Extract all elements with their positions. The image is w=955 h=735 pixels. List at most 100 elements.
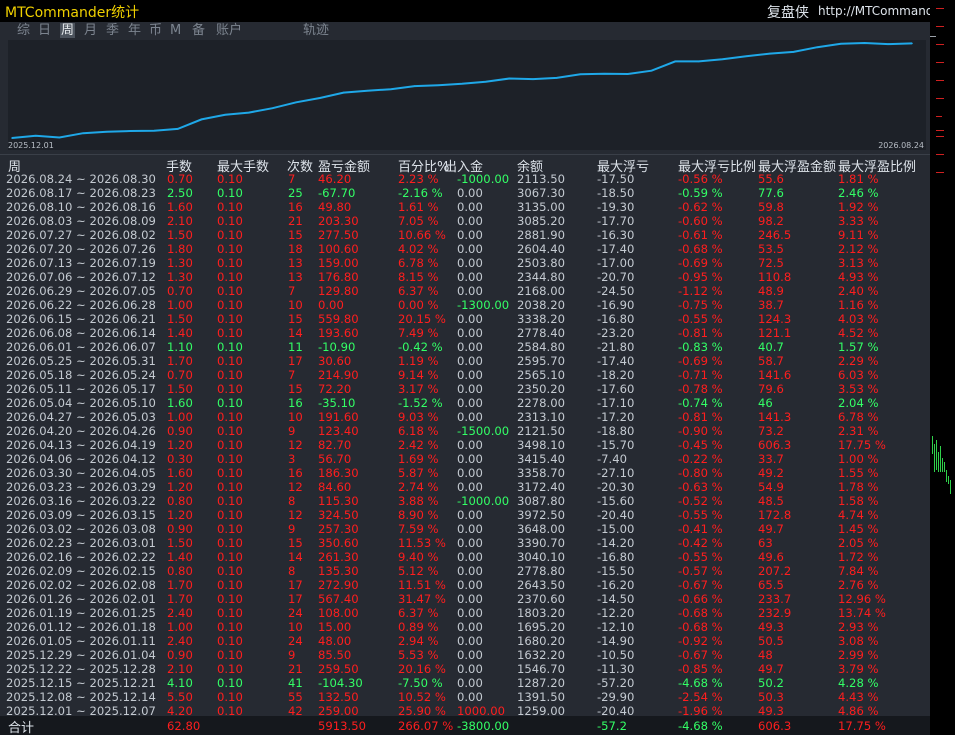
tab-9[interactable]: 账户	[216, 23, 242, 38]
table-row[interactable]: 2026.08.17 ~ 2026.08.23 2.50 0.10 25 -67.70 -…	[0, 186, 930, 200]
cell-max-float-loss: -23.20	[597, 326, 635, 340]
cell-pnl: 49.80	[318, 200, 352, 214]
table-row[interactable]: 2025.12.22 ~ 2025.12.28 2.10 0.10 21 259.50 2…	[0, 662, 930, 676]
table-row[interactable]: 2026.06.15 ~ 2026.06.21 1.50 0.10 15 559.80 2…	[0, 312, 930, 326]
table-row[interactable]: 2026.02.16 ~ 2026.02.22 1.40 0.10 14 261.30 9…	[0, 550, 930, 564]
brand-url-link[interactable]: http://MTCommander.com	[818, 4, 930, 18]
cell-max-float-loss: -16.90	[597, 298, 635, 312]
cell-max-float-loss-pct: -0.71 %	[678, 368, 723, 382]
cell-lots: 0.70	[167, 368, 193, 382]
tab-0[interactable]: 综	[17, 23, 30, 38]
table-row[interactable]: 2026.01.05 ~ 2026.01.11 2.40 0.10 24 48.00 2.…	[0, 634, 930, 648]
cell-balance: 3390.70	[517, 536, 565, 550]
cell-max-float-profit-pct: 2.99 %	[838, 648, 879, 662]
cell-deposit-withdraw: 0.00	[457, 200, 483, 214]
tab-2[interactable]: 周	[60, 23, 76, 38]
table-row[interactable]: 2026.01.12 ~ 2026.01.18 1.00 0.10 10 15.00 0.…	[0, 620, 930, 634]
gutter-marker	[936, 98, 944, 99]
tab-10[interactable]: 轨迹	[303, 23, 329, 38]
cell-percent: 20.15 %	[398, 312, 446, 326]
cell-lots: 2.40	[167, 634, 193, 648]
tab-7[interactable]: M	[170, 23, 181, 38]
tab-6[interactable]: 币	[149, 23, 162, 38]
cell-deposit-withdraw: 0.00	[457, 396, 483, 410]
table-row[interactable]: 2026.06.29 ~ 2026.07.05 0.70 0.10 7 129.80 6.…	[0, 284, 930, 298]
table-row[interactable]: 2026.07.20 ~ 2026.07.26 1.80 0.10 18 100.60 4…	[0, 242, 930, 256]
cell-deposit-withdraw: 0.00	[457, 550, 483, 564]
table-row[interactable]: 2025.12.15 ~ 2025.12.21 4.10 0.10 41 -104.30…	[0, 676, 930, 690]
cell-count: 14	[288, 550, 303, 564]
table-row[interactable]: 2026.05.04 ~ 2026.05.10 1.60 0.10 16 -35.10 -…	[0, 396, 930, 410]
table-row[interactable]: 2026.02.02 ~ 2026.02.08 1.70 0.10 17 272.90 1…	[0, 578, 930, 592]
cell-max-lots: 0.10	[217, 354, 243, 368]
tab-5[interactable]: 年	[128, 23, 141, 38]
cell-pnl: 350.60	[318, 536, 359, 550]
table-row[interactable]: 2026.01.19 ~ 2026.01.25 2.40 0.10 24 108.00 6…	[0, 606, 930, 620]
tab-1[interactable]: 日	[38, 23, 51, 38]
cell-count: 17	[288, 592, 303, 606]
table-row[interactable]: 2026.04.13 ~ 2026.04.19 1.20 0.10 12 82.70 2.…	[0, 438, 930, 452]
table-row[interactable]: 2026.06.22 ~ 2026.06.28 1.00 0.10 10 0.00 0.0…	[0, 298, 930, 312]
cell-max-float-profit-pct: 13.74 %	[838, 606, 886, 620]
total-pnl: 5913.50	[318, 719, 366, 733]
cell-deposit-withdraw: 0.00	[457, 228, 483, 242]
cell-pnl: 56.70	[318, 452, 352, 466]
table-row[interactable]: 2026.03.09 ~ 2026.03.15 1.20 0.10 12 324.50 8…	[0, 508, 930, 522]
table-row[interactable]: 2026.03.30 ~ 2026.04.05 1.60 0.10 16 186.30 5…	[0, 466, 930, 480]
cell-max-float-loss-pct: -0.56 %	[678, 172, 723, 186]
cell-max-float-loss-pct: -0.67 %	[678, 578, 723, 592]
balance-point	[271, 107, 274, 109]
table-row[interactable]: 2026.07.06 ~ 2026.07.12 1.30 0.10 13 176.80 8…	[0, 270, 930, 284]
cell-max-lots: 0.10	[217, 620, 243, 634]
cell-percent: 5.12 %	[398, 564, 439, 578]
table-row[interactable]: 2026.07.13 ~ 2026.07.19 1.30 0.10 13 159.00 6…	[0, 256, 930, 270]
cell-max-float-loss-pct: -0.45 %	[678, 438, 723, 452]
table-row[interactable]: 2026.05.11 ~ 2026.05.17 1.50 0.10 15 72.20 3.…	[0, 382, 930, 396]
table-row[interactable]: 2026.05.25 ~ 2026.05.31 1.70 0.10 17 30.60 1.…	[0, 354, 930, 368]
table-row[interactable]: 2026.01.26 ~ 2026.02.01 1.70 0.10 17 567.40 3…	[0, 592, 930, 606]
table-row[interactable]: 2026.04.27 ~ 2026.05.03 1.00 0.10 10 191.60 9…	[0, 410, 930, 424]
cell-max-float-loss-pct: -0.90 %	[678, 424, 723, 438]
table-row[interactable]: 2026.08.24 ~ 2026.08.30 0.70 0.10 7 46.20 2.2…	[0, 172, 930, 186]
cell-max-lots: 0.10	[217, 382, 243, 396]
cell-max-float-loss: -16.80	[597, 550, 635, 564]
cell-lots: 1.50	[167, 312, 193, 326]
cell-percent: 3.17 %	[398, 382, 439, 396]
cell-max-lots: 0.10	[217, 522, 243, 536]
cell-max-float-loss-pct: -0.68 %	[678, 242, 723, 256]
brand-name[interactable]: 复盘侠	[767, 2, 809, 22]
table-row[interactable]: 2026.04.20 ~ 2026.04.26 0.90 0.10 9 123.40 6.…	[0, 424, 930, 438]
tab-8[interactable]: 备	[192, 23, 205, 38]
table-row[interactable]: 2026.02.09 ~ 2026.02.15 0.80 0.10 8 135.30 5.…	[0, 564, 930, 578]
table-row[interactable]: 2026.03.23 ~ 2026.03.29 1.20 0.10 12 84.60 2.…	[0, 480, 930, 494]
cell-max-float-profit: 49.7	[758, 522, 784, 536]
cell-week: 2026.03.23 ~ 2026.03.29	[6, 480, 156, 494]
cell-max-float-loss-pct: -0.42 %	[678, 536, 723, 550]
table-row[interactable]: 2026.03.02 ~ 2026.03.08 0.90 0.10 9 257.30 7.…	[0, 522, 930, 536]
balance-point	[887, 43, 890, 45]
table-row[interactable]: 2026.08.10 ~ 2026.08.16 1.60 0.10 16 49.80 1.…	[0, 200, 930, 214]
cell-lots: 1.40	[167, 550, 193, 564]
table-row[interactable]: 2026.03.16 ~ 2026.03.22 0.80 0.10 8 115.30 3.…	[0, 494, 930, 508]
table-row[interactable]: 2026.07.27 ~ 2026.08.02 1.50 0.10 15 277.50 1…	[0, 228, 930, 242]
tab-4[interactable]: 季	[106, 23, 119, 38]
table-row[interactable]: 2026.05.18 ~ 2026.05.24 0.70 0.10 7 214.90 9.…	[0, 368, 930, 382]
gutter-bar	[946, 470, 947, 482]
cell-count: 14	[288, 326, 303, 340]
table-row[interactable]: 2025.12.08 ~ 2025.12.14 5.50 0.10 55 132.50 1…	[0, 690, 930, 704]
table-row[interactable]: 2026.02.23 ~ 2026.03.01 1.50 0.10 15 350.60 1…	[0, 536, 930, 550]
table-row[interactable]: 2025.12.29 ~ 2026.01.04 0.90 0.10 9 85.50 5.5…	[0, 648, 930, 662]
cell-lots: 1.00	[167, 298, 193, 312]
balance-point	[248, 111, 250, 114]
cell-percent: 6.78 %	[398, 256, 439, 270]
cell-count: 12	[288, 480, 303, 494]
cell-deposit-withdraw: 0.00	[457, 242, 483, 256]
cell-max-float-loss-pct: -0.59 %	[678, 186, 723, 200]
table-row[interactable]: 2026.08.03 ~ 2026.08.09 2.10 0.10 21 203.30 7…	[0, 214, 930, 228]
cell-week: 2026.06.08 ~ 2026.06.14	[6, 326, 156, 340]
cell-max-float-profit-pct: 1.58 %	[838, 494, 879, 508]
table-row[interactable]: 2026.06.01 ~ 2026.06.07 1.10 0.10 11 -10.90 -…	[0, 340, 930, 354]
table-row[interactable]: 2026.06.08 ~ 2026.06.14 1.40 0.10 14 193.60 7…	[0, 326, 930, 340]
tab-3[interactable]: 月	[84, 23, 97, 38]
table-row[interactable]: 2026.04.06 ~ 2026.04.12 0.30 0.10 3 56.70 1.6…	[0, 452, 930, 466]
